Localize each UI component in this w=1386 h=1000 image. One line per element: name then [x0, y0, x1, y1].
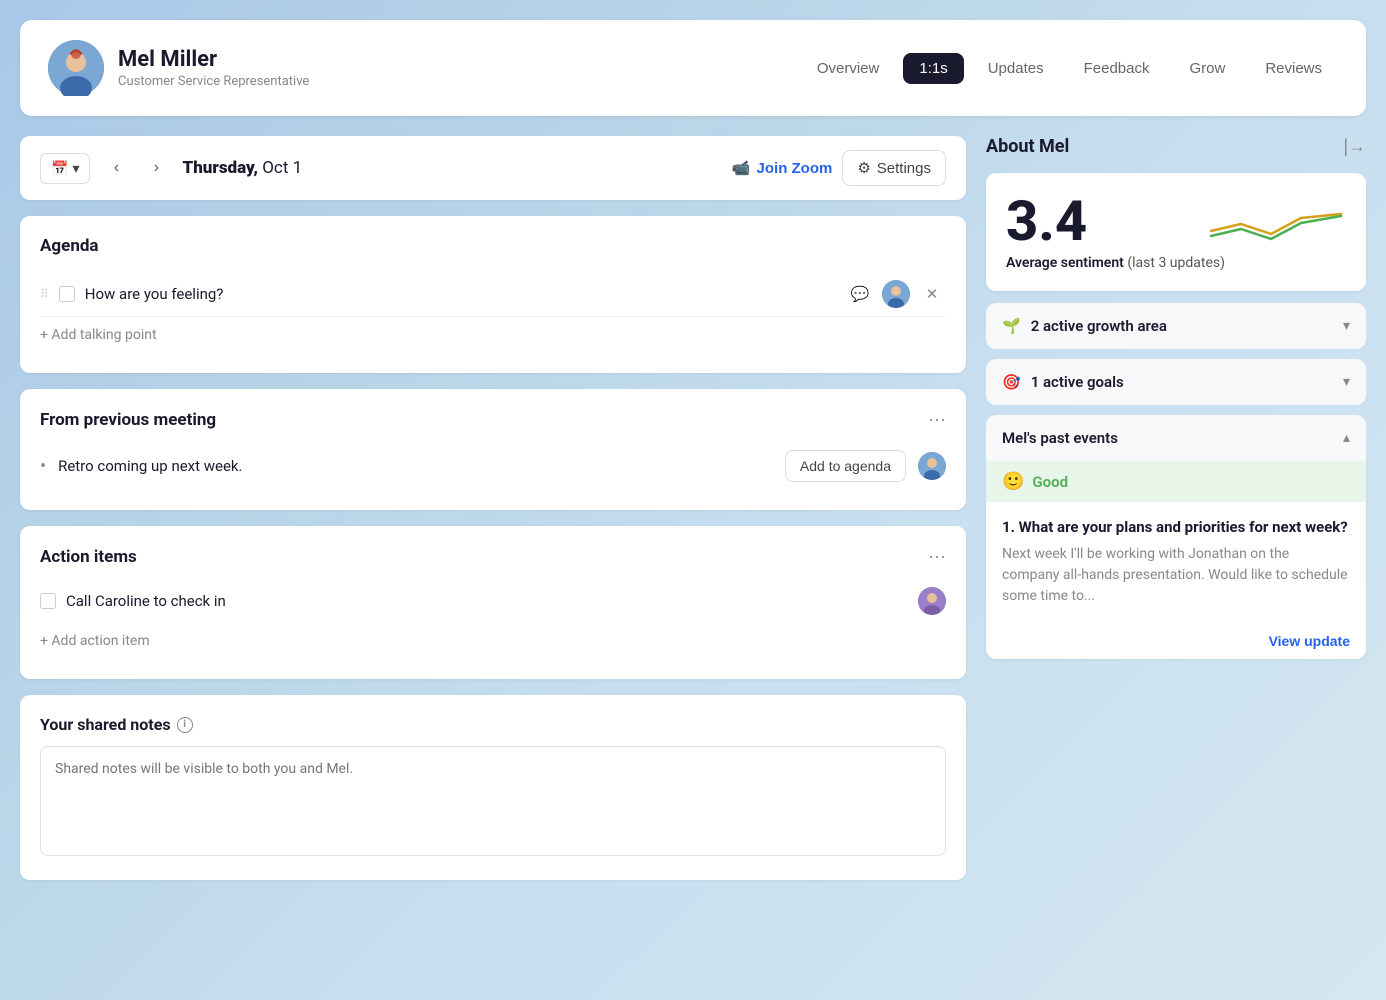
- past-events-body: 🙂 Good 1. What are your plans and priori…: [986, 461, 1366, 659]
- zoom-camera-icon: 📹: [732, 159, 751, 177]
- left-panel: 📅 ▾ ‹ › Thursday, Oct 1 📹 Join Zoom ⚙ Se…: [20, 136, 966, 896]
- growth-icon: 🌱: [1002, 317, 1021, 335]
- info-icon: i: [177, 717, 193, 733]
- sentiment-score: 3.4: [1006, 193, 1087, 249]
- past-events-header[interactable]: Mel's past events ▴: [986, 415, 1366, 461]
- add-action-item-label: + Add action item: [40, 633, 150, 649]
- expand-panel-button[interactable]: |→: [1343, 136, 1366, 157]
- main-content: 📅 ▾ ‹ › Thursday, Oct 1 📹 Join Zoom ⚙ Se…: [20, 136, 1366, 896]
- right-panel-header: About Mel |→: [986, 136, 1366, 157]
- calendar-button[interactable]: 📅 ▾: [40, 153, 90, 184]
- sentiment-card: 3.4 Average sentiment (last 3 updates): [986, 173, 1366, 291]
- past-events-section: Mel's past events ▴ 🙂 Good 1. What are y…: [986, 415, 1366, 659]
- avatar: [48, 40, 104, 96]
- sentiment-label: Average sentiment (last 3 updates): [1006, 255, 1346, 271]
- user-text-group: Mel Miller Customer Service Representati…: [118, 47, 309, 89]
- add-to-agenda-button[interactable]: Add to agenda: [785, 450, 906, 482]
- action-item-row: Call Caroline to check in: [40, 579, 946, 623]
- comment-button[interactable]: 💬: [846, 280, 874, 308]
- talking-point-row: ⠿ How are you feeling? 💬: [40, 272, 946, 317]
- prev-meeting-more-button[interactable]: ···: [928, 409, 946, 430]
- add-talking-point-label: + Add talking point: [40, 327, 157, 343]
- active-goals-accordion[interactable]: 🎯 1 active goals ▾: [986, 359, 1366, 405]
- action-items-section: Action items ··· Call Caroline to check …: [20, 526, 966, 679]
- shared-notes-label: Your shared notes i: [40, 715, 946, 734]
- mood-emoji: 🙂: [1002, 471, 1024, 492]
- add-action-item[interactable]: + Add action item: [40, 623, 946, 659]
- close-icon: ✕: [926, 285, 939, 303]
- prev-meeting-item: • Retro coming up next week. Add to agen…: [40, 442, 946, 490]
- agenda-title: Agenda: [40, 236, 946, 256]
- talking-point-checkbox[interactable]: [59, 286, 75, 302]
- mood-label: Good: [1032, 473, 1068, 491]
- right-panel: About Mel |→ 3.4 Average sentiment (last…: [986, 136, 1366, 659]
- event-question: 1. What are your plans and priorities fo…: [1002, 518, 1350, 536]
- event-mood: 🙂 Good: [986, 461, 1366, 502]
- sentiment-row: 3.4: [1006, 193, 1346, 249]
- join-zoom-button[interactable]: 📹 Join Zoom: [732, 159, 833, 177]
- sentiment-chart: [1206, 196, 1346, 246]
- growth-area-label: 2 active growth area: [1031, 317, 1167, 335]
- tab-ones[interactable]: 1:1s: [903, 53, 963, 84]
- event-answer: Next week I'll be working with Jonathan …: [1002, 544, 1350, 607]
- event-content: 1. What are your plans and priorities fo…: [986, 502, 1366, 623]
- active-goals-left: 🎯 1 active goals: [1002, 373, 1124, 391]
- action-item-avatar: [918, 587, 946, 615]
- date-bar: 📅 ▾ ‹ › Thursday, Oct 1 📹 Join Zoom ⚙ Se…: [20, 136, 966, 200]
- comment-icon: 💬: [851, 285, 870, 303]
- talking-point-avatar: [882, 280, 910, 308]
- tab-updates[interactable]: Updates: [972, 53, 1060, 84]
- add-talking-point[interactable]: + Add talking point: [40, 317, 946, 353]
- prev-date-button[interactable]: ‹: [102, 154, 130, 182]
- action-item-text: Call Caroline to check in: [66, 592, 908, 610]
- past-events-title: Mel's past events: [1002, 429, 1118, 447]
- calendar-icon: 📅: [51, 160, 68, 177]
- action-items-more-button[interactable]: ···: [928, 546, 946, 567]
- prev-meeting-header: From previous meeting ···: [40, 409, 946, 430]
- talking-point-actions: 💬 ✕: [846, 280, 946, 308]
- header-card: Mel Miller Customer Service Representati…: [20, 20, 1366, 116]
- calendar-dropdown-icon: ▾: [72, 160, 79, 177]
- date-display: Thursday, Oct 1: [182, 158, 302, 178]
- prev-item-avatar: [918, 452, 946, 480]
- tab-overview[interactable]: Overview: [801, 53, 896, 84]
- date-actions: 📹 Join Zoom ⚙ Settings: [732, 150, 946, 186]
- talking-point-text: How are you feeling?: [85, 285, 836, 303]
- action-item-checkbox[interactable]: [40, 593, 56, 609]
- user-role: Customer Service Representative: [118, 74, 309, 89]
- past-events-chevron-icon: ▴: [1343, 430, 1350, 446]
- main-navigation: Overview 1:1s Updates Feedback Grow Revi…: [801, 53, 1338, 84]
- previous-meeting-section: From previous meeting ··· • Retro coming…: [20, 389, 966, 510]
- next-date-button[interactable]: ›: [142, 154, 170, 182]
- prev-item-text: Retro coming up next week.: [58, 457, 773, 475]
- growth-area-chevron-icon: ▾: [1343, 318, 1350, 334]
- action-items-title: Action items: [40, 547, 137, 567]
- agenda-section: Agenda ⠿ How are you feeling? 💬: [20, 216, 966, 373]
- settings-button[interactable]: ⚙ Settings: [842, 150, 946, 186]
- tab-feedback[interactable]: Feedback: [1068, 53, 1166, 84]
- date-navigation: 📅 ▾ ‹ › Thursday, Oct 1: [40, 153, 302, 184]
- view-update-button[interactable]: View update: [986, 623, 1366, 659]
- growth-area-accordion[interactable]: 🌱 2 active growth area ▾: [986, 303, 1366, 349]
- shared-notes-section: Your shared notes i: [20, 695, 966, 880]
- bullet-icon: •: [40, 456, 46, 477]
- close-button[interactable]: ✕: [918, 280, 946, 308]
- about-title: About Mel: [986, 136, 1069, 157]
- action-items-header: Action items ···: [40, 546, 946, 567]
- user-name: Mel Miller: [118, 47, 309, 72]
- settings-gear-icon: ⚙: [857, 159, 870, 177]
- shared-notes-textarea[interactable]: [40, 746, 946, 856]
- active-goals-label: 1 active goals: [1031, 373, 1124, 391]
- user-info: Mel Miller Customer Service Representati…: [48, 40, 309, 96]
- prev-meeting-title: From previous meeting: [40, 410, 216, 430]
- growth-area-left: 🌱 2 active growth area: [1002, 317, 1167, 335]
- tab-reviews[interactable]: Reviews: [1249, 53, 1338, 84]
- tab-grow[interactable]: Grow: [1173, 53, 1241, 84]
- active-goals-chevron-icon: ▾: [1343, 374, 1350, 390]
- goals-icon: 🎯: [1002, 373, 1021, 391]
- drag-handle-icon[interactable]: ⠿: [40, 287, 49, 301]
